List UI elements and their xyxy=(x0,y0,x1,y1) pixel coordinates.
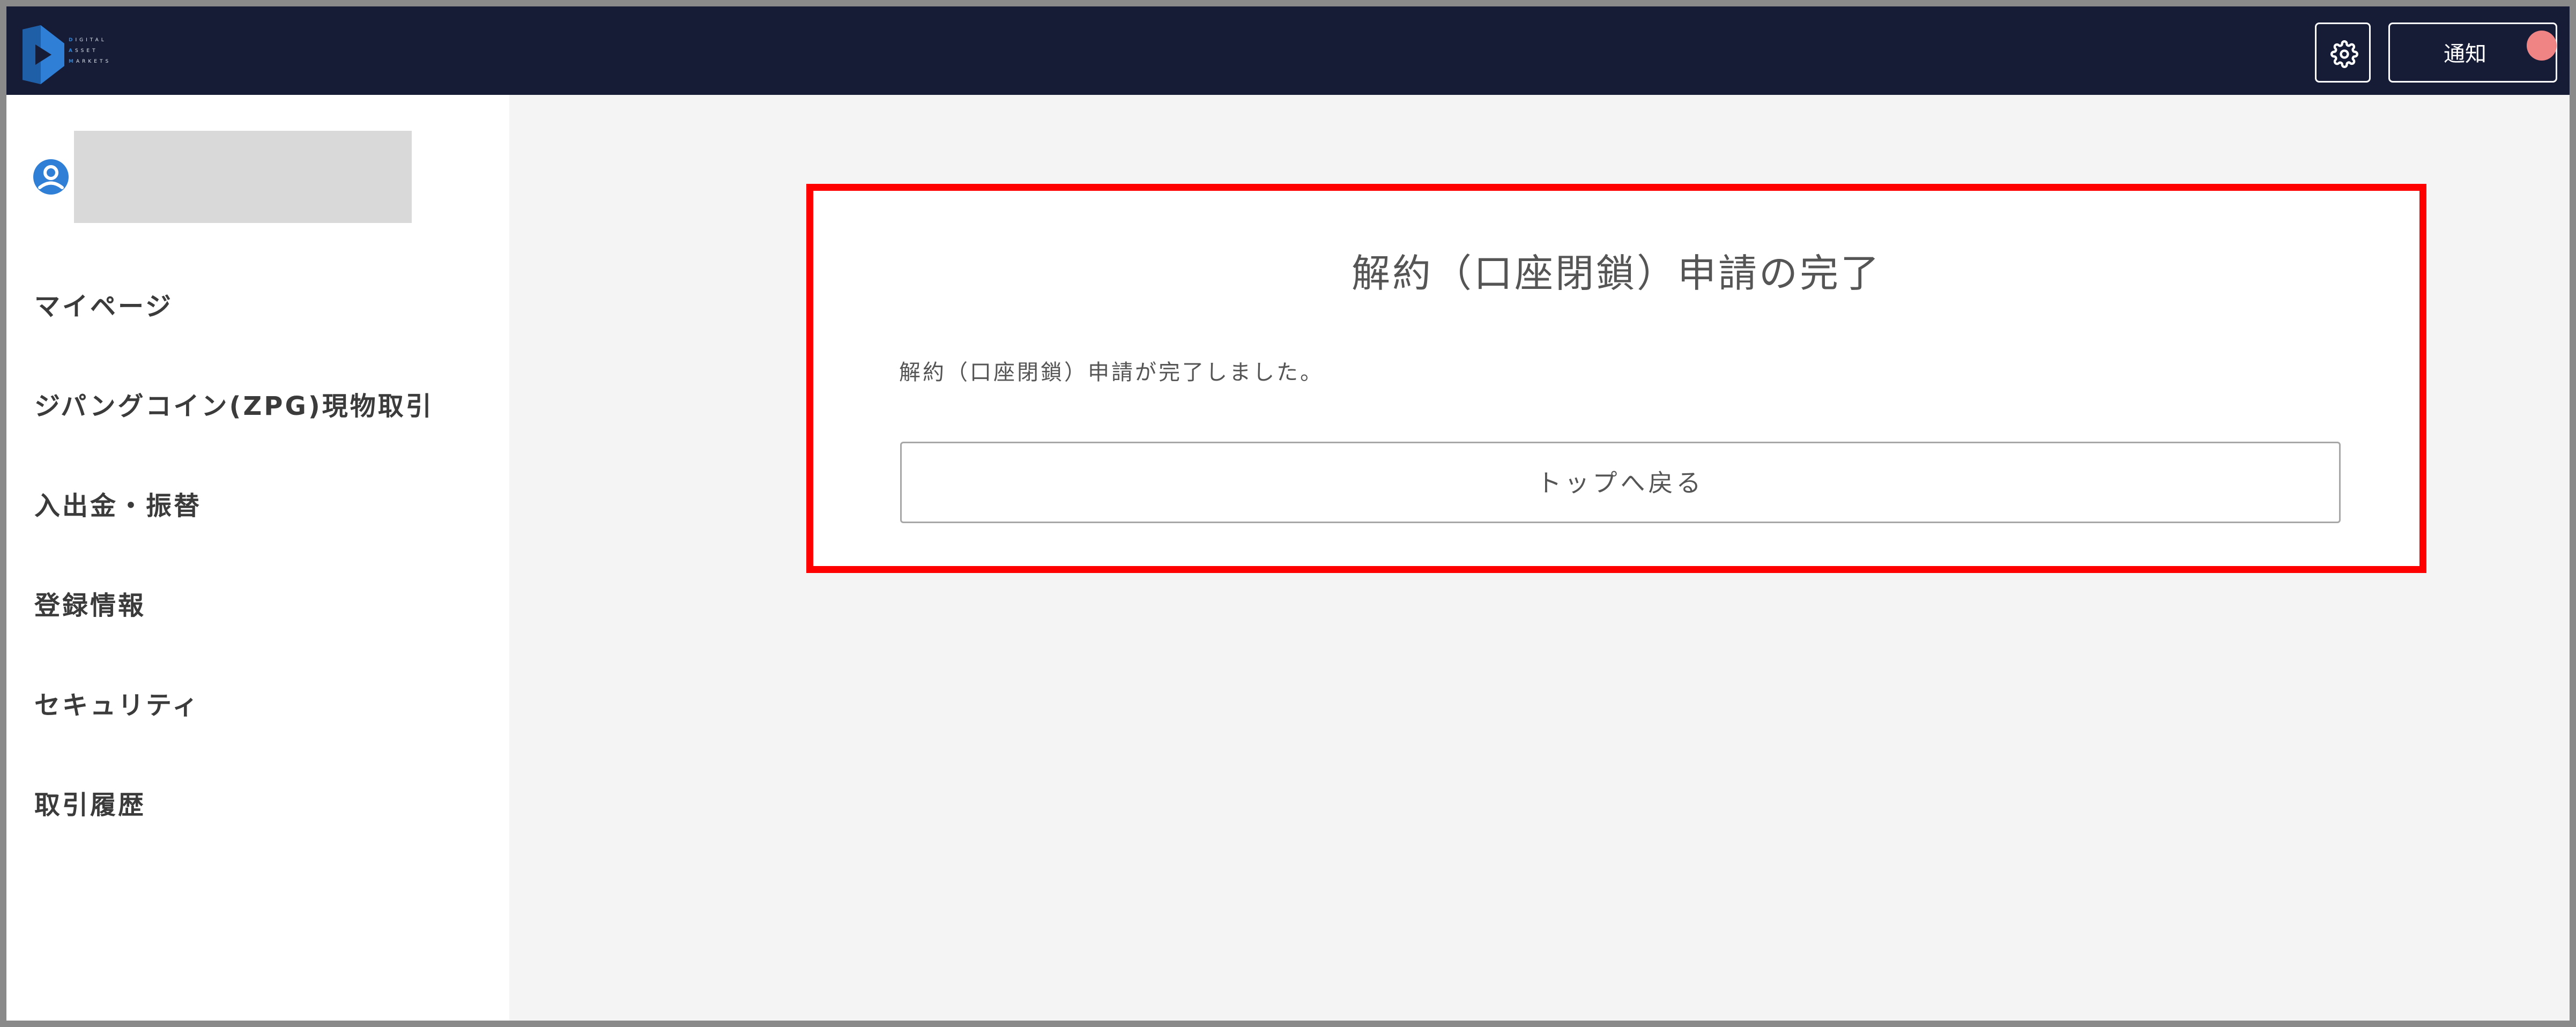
logo-line-3: MARKETS xyxy=(69,59,112,64)
sidebar-item-mypage[interactable]: マイページ xyxy=(34,292,173,322)
page-title: 解約（口座閉鎖）申請の完了 xyxy=(1351,251,1881,296)
logo-line-1: DIGITAL xyxy=(69,38,107,43)
settings-button[interactable] xyxy=(2315,23,2371,83)
app-window: DIGITAL ASSET MARKETS 通知 マイページ ジパングコイン(Z… xyxy=(6,6,2570,1021)
sidebar-item-deposit-withdrawal[interactable]: 入出金・振替 xyxy=(34,491,202,521)
logo-text: DIGITAL ASSET MARKETS xyxy=(69,35,138,67)
back-to-top-button[interactable]: トップへ戻る xyxy=(900,442,2341,523)
sidebar-item-trade-history[interactable]: 取引履歴 xyxy=(34,790,146,820)
logo-line-2: ASSET xyxy=(69,48,98,54)
gear-icon xyxy=(2330,40,2358,68)
completion-card: 解約（口座閉鎖）申請の完了 解約（口座閉鎖）申請が完了しました。 トップへ戻る xyxy=(806,184,2426,573)
user-avatar-icon xyxy=(33,159,69,195)
top-header: DIGITAL ASSET MARKETS 通知 xyxy=(6,6,2570,95)
notification-button[interactable]: 通知 xyxy=(2388,23,2557,83)
sidebar-item-zpg-spot-trading[interactable]: ジパングコイン(ZPG)現物取引 xyxy=(34,391,434,421)
back-to-top-label: トップへ戻る xyxy=(1536,468,1704,497)
logo[interactable]: DIGITAL ASSET MARKETS xyxy=(19,25,137,84)
digital-asset-markets-logo-icon xyxy=(23,25,64,84)
sidebar: マイページ ジパングコイン(ZPG)現物取引 入出金・振替 登録情報 セキュリテ… xyxy=(6,95,509,1021)
completion-message: 解約（口座閉鎖）申請が完了しました。 xyxy=(899,360,1324,385)
notification-badge xyxy=(2527,31,2557,61)
user-name-redacted xyxy=(74,131,412,223)
sidebar-item-registration-info[interactable]: 登録情報 xyxy=(34,591,146,621)
notification-label: 通知 xyxy=(2444,42,2486,66)
sidebar-item-security[interactable]: セキュリティ xyxy=(34,690,200,720)
